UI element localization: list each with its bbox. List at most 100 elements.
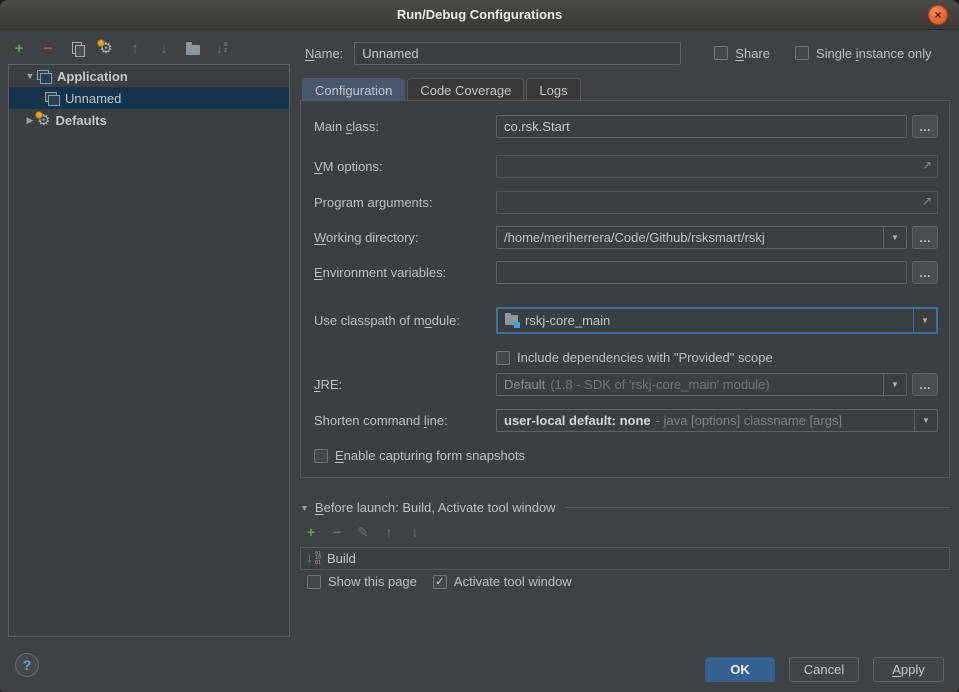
- edit-task-icon[interactable]: ✎: [355, 524, 371, 540]
- checkbox-box: [496, 351, 510, 365]
- chevron-down-icon: ▼: [883, 374, 906, 395]
- jre-label: JRE:: [314, 377, 496, 392]
- vm-options-input[interactable]: ↗: [496, 155, 938, 178]
- share-checkbox[interactable]: Share: [714, 46, 770, 61]
- window-title: Run/Debug Configurations: [397, 7, 562, 22]
- task-row-build[interactable]: ↓ 011001 Build: [301, 548, 949, 569]
- copy-configuration-icon[interactable]: [68, 39, 86, 57]
- include-dependencies-checkbox[interactable]: Include dependencies with "Provided" sco…: [496, 350, 773, 365]
- single-instance-checkbox[interactable]: Single instance only: [795, 46, 932, 61]
- chevron-down-icon: ▼: [913, 309, 936, 332]
- tab-configuration[interactable]: Configuration: [302, 78, 405, 101]
- use-classpath-row: Use classpath of module: rskj-core_main …: [314, 307, 938, 334]
- main-class-input[interactable]: co.rsk.Start: [496, 115, 907, 138]
- ok-button[interactable]: OK: [705, 657, 775, 682]
- vm-options-row: VM options: ↗: [314, 155, 938, 178]
- show-this-page-checkbox[interactable]: Show this page: [307, 574, 417, 589]
- help-button[interactable]: ?: [15, 653, 39, 677]
- working-directory-row: Working directory: /home/meriherrera/Cod…: [314, 226, 938, 249]
- browse-main-class-button[interactable]: …: [912, 115, 938, 138]
- chevron-down-icon: ▼: [914, 410, 937, 431]
- move-task-down-icon[interactable]: ↓: [407, 524, 423, 540]
- chevron-down-icon: ▼: [883, 227, 906, 248]
- activate-tool-window-checkbox[interactable]: ✓ Activate tool window: [433, 574, 572, 589]
- main-class-label: Main class:: [314, 119, 496, 134]
- browse-working-directory-button[interactable]: …: [912, 226, 938, 249]
- checkbox-box: [307, 575, 321, 589]
- close-icon[interactable]: ×: [928, 5, 948, 25]
- environment-variables-row: Environment variables: …: [314, 261, 938, 284]
- include-dependencies-row: Include dependencies with "Provided" sco…: [314, 346, 938, 369]
- shorten-command-line-row: Shorten command line: user-local default…: [314, 409, 938, 432]
- sort-configurations-icon[interactable]: ↓ a z: [213, 39, 231, 57]
- name-label: Name:: [305, 46, 343, 61]
- shorten-command-line-label: Shorten command line:: [314, 413, 496, 428]
- vm-options-label: VM options:: [314, 159, 496, 174]
- working-directory-combobox[interactable]: /home/meriherrera/Code/Github/rsksmart/r…: [496, 226, 907, 249]
- browse-jre-button[interactable]: …: [912, 373, 938, 396]
- run-debug-configurations-dialog: Run/Debug Configurations × + − ⚙ ↑ ↓ ↓ a…: [0, 0, 959, 692]
- browse-environment-variables-button[interactable]: …: [912, 261, 938, 284]
- environment-variables-input[interactable]: [496, 261, 907, 284]
- chevron-down-icon[interactable]: ▼: [23, 71, 37, 81]
- working-directory-label: Working directory:: [314, 230, 496, 245]
- configurations-tree: ▼ Application Unnamed ▶ ⚙ Defaults: [8, 64, 290, 637]
- checkbox-box: [314, 449, 328, 463]
- collapse-section-icon[interactable]: ▼: [300, 503, 309, 513]
- jre-combobox[interactable]: Default(1.8 - SDK of 'rskj-core_main' mo…: [496, 373, 907, 396]
- module-icon: [505, 315, 519, 326]
- configurations-toolbar: + − ⚙ ↑ ↓ ↓ a z: [10, 36, 231, 60]
- checkbox-box: [795, 46, 809, 60]
- application-type-icon: [37, 70, 52, 83]
- remove-configuration-icon[interactable]: −: [39, 39, 57, 57]
- tree-node-application[interactable]: ▼ Application: [9, 65, 289, 87]
- edit-defaults-icon[interactable]: ⚙: [97, 39, 115, 57]
- before-launch-toolbar: + − ✎ ↑ ↓: [303, 524, 423, 540]
- move-up-icon[interactable]: ↑: [126, 39, 144, 57]
- titlebar: Run/Debug Configurations ×: [0, 0, 959, 30]
- question-icon: ?: [23, 657, 32, 673]
- defaults-icon: ⚙: [37, 111, 50, 129]
- tab-code-coverage[interactable]: Code Coverage: [407, 78, 524, 101]
- jre-row: JRE: Default(1.8 - SDK of 'rskj-core_mai…: [314, 373, 938, 396]
- before-launch-header[interactable]: ▼ Before launch: Build, Activate tool wi…: [300, 500, 950, 515]
- name-row: Name: Unnamed Share Single instance only: [305, 41, 949, 65]
- tab-bar: Configuration Code Coverage Logs: [302, 78, 583, 101]
- enable-capturing-checkbox[interactable]: Enable capturing form snapshots: [314, 448, 525, 463]
- main-class-row: Main class: co.rsk.Start …: [314, 115, 938, 138]
- remove-task-icon[interactable]: −: [329, 524, 345, 540]
- move-down-icon[interactable]: ↓: [155, 39, 173, 57]
- configuration-panel: Main class: co.rsk.Start … VM options: ↗…: [300, 100, 950, 478]
- tree-node-label: Defaults: [55, 113, 106, 128]
- before-launch-task-list: ↓ 011001 Build: [300, 547, 950, 570]
- build-icon: ↓ 011001: [306, 552, 322, 566]
- enable-capturing-row: Enable capturing form snapshots: [314, 444, 938, 467]
- apply-button[interactable]: Apply: [873, 657, 944, 682]
- checkbox-box: [714, 46, 728, 60]
- tree-node-defaults[interactable]: ▶ ⚙ Defaults: [9, 109, 289, 131]
- use-classpath-label: Use classpath of module:: [314, 313, 496, 328]
- shorten-command-line-combobox[interactable]: user-local default: none- java [options]…: [496, 409, 938, 432]
- tree-node-label: Unnamed: [65, 91, 121, 106]
- tree-node-label: Application: [57, 69, 128, 84]
- tree-node-unnamed[interactable]: Unnamed: [9, 87, 289, 109]
- program-arguments-input[interactable]: ↗: [496, 191, 938, 214]
- section-divider: [565, 507, 950, 508]
- application-type-icon: [45, 92, 60, 105]
- classpath-module-combobox[interactable]: rskj-core_main ▼: [496, 307, 938, 334]
- cancel-button[interactable]: Cancel: [789, 657, 859, 682]
- add-task-icon[interactable]: +: [303, 524, 319, 540]
- program-arguments-label: Program arguments:: [314, 195, 496, 210]
- add-configuration-icon[interactable]: +: [10, 39, 28, 57]
- move-task-up-icon[interactable]: ↑: [381, 524, 397, 540]
- expand-field-icon[interactable]: ↗: [922, 194, 932, 208]
- environment-variables-label: Environment variables:: [314, 265, 496, 280]
- tab-logs[interactable]: Logs: [526, 78, 580, 101]
- task-label: Build: [327, 551, 356, 566]
- checkbox-box-checked: ✓: [433, 575, 447, 589]
- check-icon: ✓: [435, 575, 444, 588]
- name-input[interactable]: Unnamed: [354, 42, 681, 65]
- expand-field-icon[interactable]: ↗: [922, 158, 932, 172]
- program-arguments-row: Program arguments: ↗: [314, 191, 938, 214]
- new-folder-icon[interactable]: [184, 39, 202, 57]
